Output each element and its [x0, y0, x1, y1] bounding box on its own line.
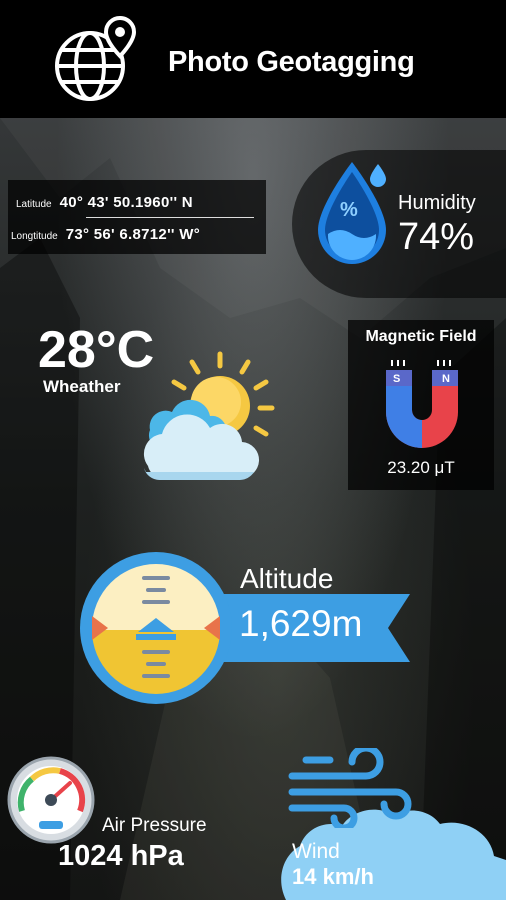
latitude-label: Latitude — [16, 199, 52, 210]
longitude-row: Longtitude 73° 56' 6.8712'' W° — [11, 226, 200, 243]
wind-value: 14 km/h — [292, 864, 374, 889]
latitude-value: 40° 43' 50.1960'' N — [59, 194, 193, 211]
humidity-value: 74% — [398, 216, 475, 258]
magnet-north-pole: N — [442, 373, 450, 385]
air-pressure-label: Air Pressure — [102, 815, 207, 836]
pressure-gauge-icon — [7, 756, 95, 844]
latitude-row: Latitude 40° 43' 50.1960'' N — [16, 194, 193, 211]
altimeter-icon — [80, 552, 232, 704]
magnetic-field-value: 23.20 μT — [387, 458, 455, 477]
wind-icon — [288, 748, 412, 828]
humidity-label: Humidity — [398, 192, 476, 214]
app-title: Photo Geotagging — [168, 46, 415, 78]
altitude-value: 1,629m — [239, 603, 363, 644]
coordinates-divider — [86, 217, 254, 218]
globe-pin-icon — [55, 15, 137, 101]
magnet-south-pole: S — [393, 373, 401, 385]
wind-label: Wind — [292, 840, 340, 863]
water-drop-icon: % — [318, 162, 386, 264]
longitude-value: 73° 56' 6.8712'' W° — [65, 226, 201, 243]
altitude-label: Altitude — [240, 563, 334, 594]
magnet-icon — [386, 360, 458, 448]
magnetic-field-panel: Magnetic Field S N 23.20 μT — [348, 320, 494, 490]
weather-label: Wheather — [43, 377, 121, 396]
magnetic-field-title: Magnetic Field — [365, 328, 477, 345]
svg-text:%: % — [340, 199, 358, 221]
sun-cloud-icon — [143, 351, 275, 481]
air-pressure-value: 1024 hPa — [58, 840, 184, 872]
longitude-label: Longtitude — [11, 231, 58, 242]
coordinates-panel: Latitude 40° 43' 50.1960'' N Longtitude … — [8, 180, 266, 254]
